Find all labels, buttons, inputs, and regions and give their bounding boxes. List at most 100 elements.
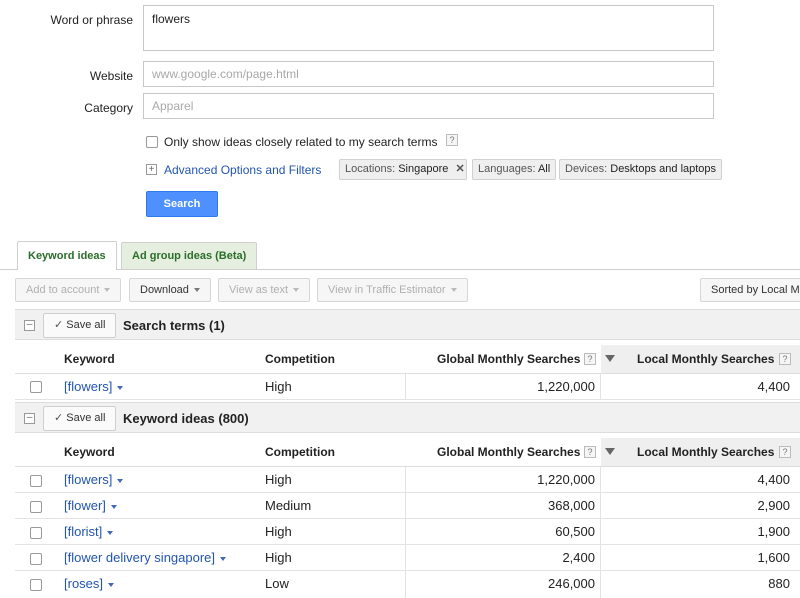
view-in-traffic-estimator-label: View in Traffic Estimator <box>328 284 446 296</box>
devices-chip-key: Devices: <box>565 163 608 175</box>
local-searches-value: 880 <box>768 576 790 591</box>
view-as-text-label: View as text <box>229 284 289 296</box>
chevron-down-icon[interactable] <box>117 478 124 483</box>
keyword-text: [florist] <box>64 524 103 539</box>
column-local-monthly-searches[interactable]: Local Monthly Searches <box>637 352 774 366</box>
help-icon[interactable]: ? <box>584 353 596 365</box>
keyword-text: [flower] <box>64 498 106 513</box>
row-checkbox[interactable] <box>30 501 42 513</box>
column-global-monthly-searches[interactable]: Global Monthly Searches <box>437 352 580 366</box>
chevron-down-icon <box>450 288 457 293</box>
view-as-text-button[interactable]: View as text <box>218 278 311 302</box>
keyword-link[interactable]: [flower] <box>64 498 117 513</box>
help-icon[interactable]: ? <box>584 446 596 458</box>
column-competition[interactable]: Competition <box>265 445 335 459</box>
devices-chip[interactable]: Devices: Desktops and laptops <box>559 159 723 180</box>
view-in-traffic-estimator-button[interactable]: View in Traffic Estimator <box>317 278 468 302</box>
chevron-down-icon[interactable] <box>108 582 115 587</box>
row-checkbox[interactable] <box>30 579 42 591</box>
sort-down-icon[interactable] <box>605 448 615 455</box>
save-all-label: Save all <box>66 319 106 331</box>
keyword-link[interactable]: [flowers] <box>64 379 124 394</box>
chevron-down-icon[interactable] <box>110 504 117 509</box>
tab-keyword-ideas[interactable]: Keyword ideas <box>17 241 117 270</box>
local-searches-value: 2,900 <box>757 498 790 513</box>
category-input[interactable]: Apparel <box>143 93 714 119</box>
sort-dropdown[interactable]: Sorted by Local M <box>700 278 800 302</box>
keyword-text: [flowers] <box>64 472 113 487</box>
collapse-minus-icon[interactable]: – <box>24 320 35 331</box>
column-keyword[interactable]: Keyword <box>64 445 115 459</box>
help-icon[interactable]: ? <box>779 446 791 458</box>
add-to-account-button[interactable]: Add to account <box>15 278 122 302</box>
tab-baseline <box>0 269 800 270</box>
competition-value: Medium <box>265 498 312 513</box>
global-searches-value: 1,220,000 <box>537 472 595 487</box>
row-checkbox[interactable] <box>30 527 42 539</box>
keyword-link[interactable]: [roses] <box>64 576 115 591</box>
checkmark-icon: ✓ <box>54 319 64 331</box>
category-label: Category <box>84 101 133 115</box>
help-icon[interactable]: ? <box>446 134 458 146</box>
column-global-monthly-searches[interactable]: Global Monthly Searches <box>437 445 580 459</box>
help-icon[interactable]: ? <box>779 353 791 365</box>
column-divider <box>405 374 406 399</box>
website-input[interactable]: www.google.com/page.html <box>143 61 714 87</box>
word-or-phrase-input[interactable]: flowers <box>143 5 714 51</box>
website-label: Website <box>89 69 133 83</box>
column-keyword[interactable]: Keyword <box>64 352 115 366</box>
advanced-options-link[interactable]: Advanced Options and Filters <box>164 163 321 177</box>
column-divider <box>600 374 601 399</box>
competition-value: High <box>265 379 292 394</box>
keyword-link[interactable]: [florist] <box>64 524 114 539</box>
tab-ad-group-ideas[interactable]: Ad group ideas (Beta) <box>121 242 258 269</box>
local-searches-value: 1,900 <box>757 524 790 539</box>
save-all-label: Save all <box>66 412 106 424</box>
save-all-button[interactable]: ✓ Save all <box>43 313 117 338</box>
languages-chip-key: Languages: <box>478 163 536 175</box>
chevron-down-icon[interactable] <box>117 385 124 390</box>
keyword-link[interactable]: [flower delivery singapore] <box>64 550 227 565</box>
global-searches-value: 60,500 <box>555 524 595 539</box>
languages-chip-value: All <box>537 163 551 175</box>
sort-down-icon[interactable] <box>605 355 615 362</box>
chevron-down-icon <box>104 288 111 293</box>
chevron-down-icon[interactable] <box>107 530 114 535</box>
locations-chip-key: Locations: <box>345 163 396 175</box>
locations-chip[interactable]: Locations: Singapore ✕ <box>339 159 467 180</box>
remove-x-icon[interactable]: ✕ <box>455 163 464 175</box>
chevron-down-icon[interactable] <box>220 556 227 561</box>
closely-related-checkbox[interactable] <box>146 136 158 148</box>
download-label: Download <box>140 284 189 296</box>
global-searches-value: 2,400 <box>562 550 595 565</box>
column-local-monthly-searches[interactable]: Local Monthly Searches <box>637 445 774 459</box>
keyword-link[interactable]: [flowers] <box>64 472 124 487</box>
collapse-minus-icon[interactable]: – <box>24 413 35 424</box>
global-searches-value: 246,000 <box>548 576 595 591</box>
row-checkbox[interactable] <box>30 381 42 393</box>
search-terms-title: Search terms (1) <box>123 318 225 333</box>
download-button[interactable]: Download <box>129 278 211 302</box>
keyword-text: [roses] <box>64 576 104 591</box>
global-searches-value: 1,220,000 <box>537 379 595 394</box>
devices-chip-value: Desktops and laptops <box>610 163 717 175</box>
row-checkbox[interactable] <box>30 553 42 565</box>
keyword-text: [flowers] <box>64 379 113 394</box>
row-checkbox[interactable] <box>30 475 42 487</box>
search-button[interactable]: Search <box>146 191 218 217</box>
chevron-down-icon <box>293 288 300 293</box>
languages-chip[interactable]: Languages: All <box>472 159 557 180</box>
save-all-button[interactable]: ✓ Save all <box>43 406 117 431</box>
column-competition[interactable]: Competition <box>265 352 335 366</box>
locations-chip-value: Singapore <box>398 163 449 175</box>
competition-value: High <box>265 550 292 565</box>
word-or-phrase-label: Word or phrase <box>50 13 133 27</box>
competition-value: High <box>265 472 292 487</box>
local-searches-value: 4,400 <box>757 379 790 394</box>
keyword-text: [flower delivery singapore] <box>64 550 216 565</box>
expand-plus-icon[interactable]: + <box>146 164 157 175</box>
chevron-down-icon <box>193 288 200 293</box>
global-searches-value: 368,000 <box>548 498 595 513</box>
add-to-account-label: Add to account <box>26 284 100 296</box>
competition-value: Low <box>265 576 289 591</box>
